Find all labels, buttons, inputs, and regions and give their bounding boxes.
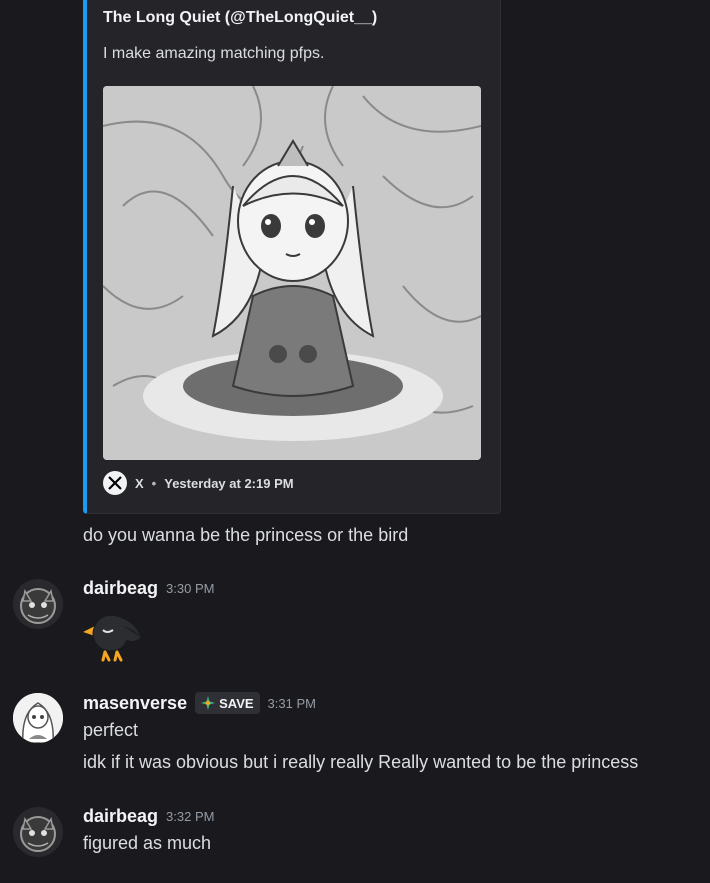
bird-emoji-icon [83, 604, 145, 664]
timestamp[interactable]: 3:31 PM [268, 696, 316, 711]
username[interactable]: dairbeag [83, 578, 158, 599]
message-text: do you wanna be the princess or the bird [83, 525, 409, 545]
message-text: perfect [83, 720, 139, 740]
timestamp[interactable]: 3:32 PM [166, 809, 214, 824]
embed-source: X [135, 475, 144, 491]
message-header: dairbeag 3:32 PM [83, 806, 214, 827]
embed-image[interactable] [103, 86, 481, 460]
username[interactable]: dairbeag [83, 806, 158, 827]
username[interactable]: masenverse [83, 693, 187, 714]
avatar[interactable] [13, 579, 63, 629]
chat-log: The Long Quiet (@TheLongQuiet__) I make … [0, 0, 710, 883]
avatar[interactable] [13, 807, 63, 857]
message-header: dairbeag 3:30 PM [83, 578, 214, 599]
embed-footer: X • Yesterday at 2:19 PM [103, 470, 294, 496]
message-text: figured as much [83, 833, 212, 853]
embed-author[interactable]: The Long Quiet (@TheLongQuiet__) [103, 9, 377, 27]
sparkle-icon [201, 696, 216, 710]
guild-tag-label: SAVE [219, 695, 254, 711]
message-header: masenverse SAVE 3:31 PM [83, 692, 316, 714]
embed-separator: • [151, 475, 157, 491]
x-logo-icon [103, 471, 127, 495]
avatar[interactable] [13, 693, 63, 743]
message-text: idk if it was obvious but i really reall… [83, 752, 639, 772]
guild-tag[interactable]: SAVE [195, 692, 260, 714]
embed-description: I make amazing matching pfps. [103, 45, 325, 62]
princess-illustration [103, 86, 481, 460]
timestamp[interactable]: 3:30 PM [166, 581, 214, 596]
embed-time: Yesterday at 2:19 PM [164, 475, 294, 491]
link-embed: The Long Quiet (@TheLongQuiet__) I make … [83, 0, 501, 514]
